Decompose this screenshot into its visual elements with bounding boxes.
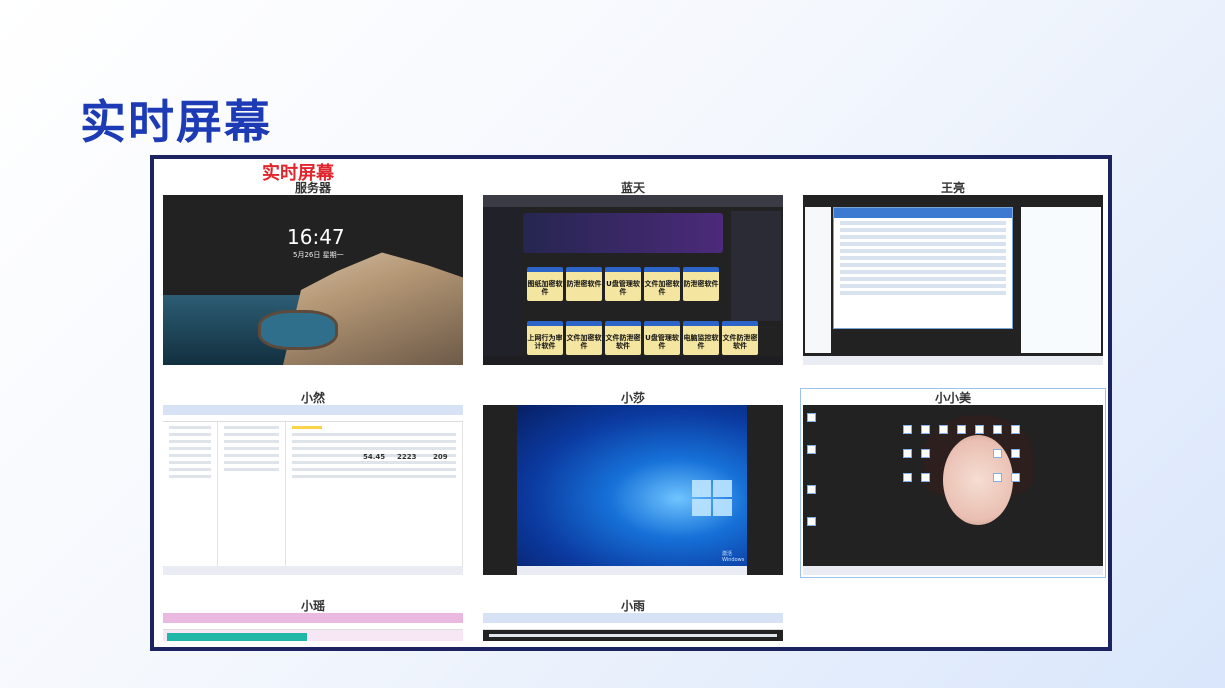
desktop-file-icon: [993, 425, 1002, 434]
product-tile: U盘管理软件: [644, 321, 680, 355]
product-tile: 文件加密软件: [566, 321, 602, 355]
desktop-file-icon: [1011, 449, 1020, 458]
desktop-app-icon: [807, 485, 816, 494]
desktop-file-icon: [993, 449, 1002, 458]
stat-value: 54.45: [363, 453, 386, 461]
screen-name: 小雨: [620, 599, 645, 613]
wallpaper-face: [943, 435, 1013, 525]
product-tile: U盘管理软件: [605, 267, 641, 301]
taskbar: [803, 566, 1103, 575]
stat-value: 209: [433, 453, 448, 461]
product-tile: 电脑监控软件: [683, 321, 719, 355]
dashboard-pane: [286, 422, 463, 566]
desktop-file-icon: [903, 473, 912, 482]
screen-name: 小瑶: [300, 599, 325, 613]
product-tile: 文件防泄密软件: [722, 321, 758, 355]
screen-cell-xiaoyao[interactable]: 小瑶: [163, 599, 463, 641]
screen-thumbnail[interactable]: [483, 613, 783, 641]
screen-cell-xiaoyu[interactable]: 小雨: [483, 599, 783, 641]
toolbar-strip: [167, 633, 307, 641]
taskbar: [163, 566, 463, 575]
desktop-app-icon: [807, 517, 816, 526]
desktop-file-icon: [1011, 425, 1020, 434]
product-tile: 图纸加密软件: [527, 267, 563, 301]
chat-panel: [731, 211, 781, 321]
pool: [258, 310, 338, 350]
taskbar: [803, 356, 1103, 365]
lock-time: 16:47: [287, 225, 345, 249]
browser-tabs: [483, 613, 783, 623]
desktop-file-icon: [921, 425, 930, 434]
product-tile: 上网行为审计软件: [527, 321, 563, 355]
screen-cell-xiaoxiaomei[interactable]: 小小美: [800, 388, 1106, 578]
screen-thumbnail[interactable]: 16:47 5月26日 星期一: [163, 195, 463, 365]
desktop-app-icon: [807, 445, 816, 454]
screen-name: 小然: [300, 391, 325, 405]
screen-cell-lantian[interactable]: 蓝天 图纸加密软件 防泄密软件 U盘管理软件 文件加密软件 防泄密软件 上网行为…: [483, 181, 783, 365]
desktop-file-icon: [975, 425, 984, 434]
address-bar: [163, 623, 463, 630]
screen-name: 蓝天: [620, 181, 645, 195]
address-bar: [163, 415, 463, 422]
desktop-file-icon: [1011, 473, 1020, 482]
screen-cell-xiaoran[interactable]: 小然 54.45 2223 209: [163, 391, 463, 575]
desktop-file-icon: [957, 425, 966, 434]
taskbar: [483, 356, 783, 365]
screen-name: 小莎: [620, 391, 645, 405]
screen-thumbnail[interactable]: [803, 405, 1103, 575]
chat-list: [805, 207, 831, 353]
product-tile: 防泄密软件: [566, 267, 602, 301]
product-tile: 文件加密软件: [644, 267, 680, 301]
doc-pane: [218, 422, 286, 566]
browser-tabs: [163, 405, 463, 415]
windows-logo-icon: [692, 480, 732, 516]
profile-header: [523, 213, 723, 253]
windows-desktop: 激活 Windows: [517, 405, 747, 575]
screen-name: 小小美: [934, 391, 971, 405]
product-tile: 文件防泄密软件: [605, 321, 641, 355]
stat-value: 2223: [397, 453, 417, 461]
desktop-file-icon: [993, 473, 1002, 482]
address-bar: [483, 623, 783, 630]
screen-thumbnail[interactable]: 激活 Windows: [483, 405, 783, 575]
browser-tabs: [483, 195, 783, 207]
desktop-file-icon: [903, 449, 912, 458]
screen-cell-xiaosha[interactable]: 小莎 激活 Windows: [483, 391, 783, 575]
chat-panel: [1021, 207, 1101, 353]
taskbar: [517, 566, 747, 575]
live-screen-grid: 实时屏幕 服务器 16:47 5月26日 星期一 蓝天 图纸加密软件 防泄密软件…: [150, 155, 1112, 651]
desktop-file-icon: [921, 473, 930, 482]
screen-name: 王亮: [940, 181, 965, 195]
lock-date: 5月26日 星期一: [293, 251, 344, 259]
desktop-app-icon: [807, 413, 816, 422]
desktop-file-icon: [903, 425, 912, 434]
screen-name: 服务器: [294, 181, 331, 195]
screen-thumbnail[interactable]: 图纸加密软件 防泄密软件 U盘管理软件 文件加密软件 防泄密软件 上网行为审计软…: [483, 195, 783, 365]
screen-thumbnail[interactable]: 54.45 2223 209: [163, 405, 463, 575]
desktop-file-icon: [921, 449, 930, 458]
product-tile: 防泄密软件: [683, 267, 719, 301]
screen-cell-server[interactable]: 服务器 16:47 5月26日 星期一: [163, 181, 463, 365]
desktop-file-icon: [939, 425, 948, 434]
browser-tabs: [163, 613, 463, 623]
screen-thumbnail[interactable]: [803, 195, 1103, 365]
slide-title: 实时屏幕: [80, 95, 272, 149]
file-explorer-window: [833, 207, 1013, 329]
left-pane: [163, 422, 218, 566]
screen-cell-wangliang[interactable]: 王亮: [803, 181, 1103, 365]
activate-windows-text: 激活 Windows: [722, 551, 745, 563]
app-sidebar: [483, 207, 521, 356]
screen-thumbnail[interactable]: [163, 613, 463, 641]
